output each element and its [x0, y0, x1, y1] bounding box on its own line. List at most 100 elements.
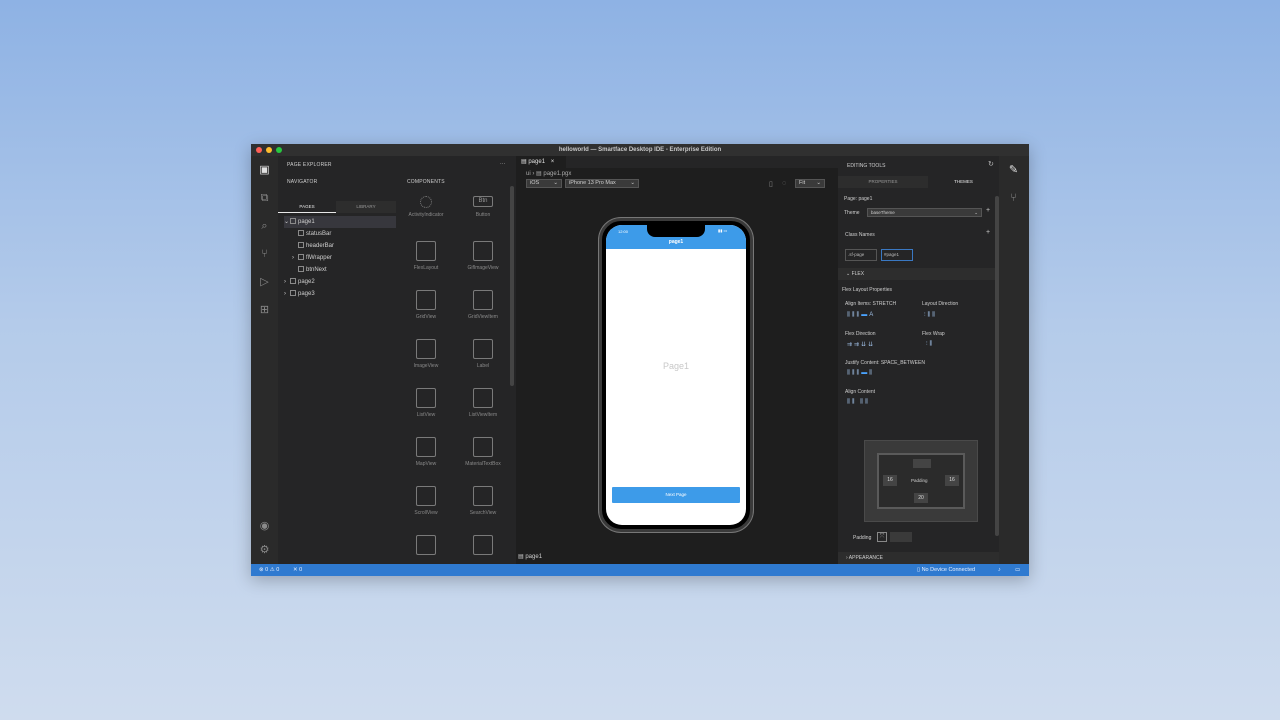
editor-tab-page1[interactable]: ▤ page1 ×	[516, 156, 566, 168]
padding-right-field[interactable]: 16	[945, 475, 959, 486]
page-explorer-icon[interactable]: ▣	[258, 164, 271, 177]
more-actions-icon[interactable]: ···	[500, 161, 506, 167]
chevron-down-icon: ⌄	[816, 180, 821, 186]
problems-indicator[interactable]: ⊗ 0 ⚠ 0	[259, 564, 279, 576]
tree-item[interactable]: btnNext	[292, 264, 327, 276]
component-item[interactable]: FlexLayout	[399, 241, 453, 271]
padding-toggle-icon[interactable]: ⤧	[877, 532, 887, 542]
status-indicators-icon: ▮▮ ▭	[718, 228, 728, 233]
gridviewitem-icon	[473, 290, 493, 310]
component-item[interactable]: GridViewItem	[456, 290, 510, 320]
editor-footer: ▤ page1	[516, 551, 838, 564]
os-select[interactable]: iOS ⌄	[526, 179, 562, 188]
layout-direction-options-icon[interactable]: ⫶⫼⫼	[924, 312, 937, 319]
flexlayout-icon	[416, 241, 436, 261]
title-bar: helloworld — Smartface Desktop IDE - Ent…	[251, 144, 1029, 156]
flex-wrap-options-icon[interactable]: ⫶⫼	[926, 341, 934, 348]
component-item[interactable]: ListViewItem	[456, 388, 510, 418]
search-icon[interactable]: ⌕	[258, 220, 271, 233]
hierarchy-icon[interactable]: ⑂	[1007, 192, 1020, 205]
component-item[interactable]	[456, 535, 510, 559]
padding-bottom-field[interactable]: 20	[914, 493, 928, 503]
phone-header-title: page1	[668, 239, 684, 245]
tree-item[interactable]: headerBar	[292, 240, 334, 252]
padding-input[interactable]	[890, 532, 912, 542]
navigator-title: NAVIGATOR	[287, 179, 318, 185]
class-chip-sf-page[interactable]: .sf-page	[845, 249, 877, 261]
breadcrumb-folder[interactable]: ui	[526, 171, 531, 177]
searchview-icon	[473, 486, 493, 506]
preview-icon[interactable]: ◌	[782, 180, 786, 187]
component-item[interactable]: Label	[456, 339, 510, 369]
component-item[interactable]: ScrollView	[399, 486, 453, 516]
notification-bell-icon[interactable]: ♪	[998, 564, 1001, 576]
flex-section-header[interactable]: ⌄ FLEX	[838, 268, 999, 280]
tab-pages[interactable]: PAGES	[278, 201, 336, 213]
padding-top-field[interactable]	[913, 459, 931, 468]
next-page-button[interactable]: Next Page	[612, 487, 740, 503]
device-status-label: No Device Connected	[921, 567, 976, 573]
tree-item[interactable]: › page2	[284, 276, 315, 288]
edit-icon[interactable]: ✎	[1007, 164, 1020, 177]
component-label: GridView	[415, 314, 437, 320]
rotate-device-icon[interactable]: ▯	[769, 180, 773, 188]
component-item[interactable]: Btn Button	[456, 192, 510, 218]
source-control-icon[interactable]: ⑂	[258, 248, 271, 261]
activity-indicator-icon	[420, 196, 432, 208]
error-count: 0	[265, 567, 269, 573]
extensions-icon[interactable]: ⊞	[258, 304, 271, 317]
components-scrollbar[interactable]	[510, 186, 514, 386]
justify-content-options-icon[interactable]: ⫼⫼⫼▬⫼	[847, 370, 874, 377]
device-select[interactable]: iPhone 13 Pro Max ⌄	[565, 179, 639, 188]
component-item[interactable]: ImageView	[399, 339, 453, 369]
padding-left-field[interactable]: 16	[883, 475, 897, 486]
add-class-icon[interactable]: +	[986, 229, 990, 236]
component-item[interactable]: ListView	[399, 388, 453, 418]
settings-gear-icon[interactable]: ⚙	[258, 544, 271, 557]
materialtextbox-icon	[473, 437, 493, 457]
component-label: ScrollView	[414, 510, 438, 516]
feedback-icon[interactable]: ▭	[1015, 564, 1020, 576]
device-connection-status[interactable]: ▯ No Device Connected	[917, 564, 975, 576]
align-content-options-icon[interactable]: ⫼⫼ ⫼⫼	[847, 399, 870, 406]
appearance-section-label: APPEARANCE	[848, 555, 883, 561]
zoom-window-button[interactable]	[276, 147, 282, 153]
tab-themes[interactable]: THEMES	[928, 176, 999, 188]
add-theme-icon[interactable]: +	[986, 207, 990, 214]
component-item[interactable]: ActivityIndicator	[399, 192, 453, 218]
run-debug-icon[interactable]: ▷	[258, 276, 271, 289]
files-icon[interactable]: ⧉	[258, 192, 271, 205]
tree-item[interactable]: ⌄ page1	[284, 216, 396, 228]
warning-count: 0	[276, 567, 280, 573]
component-item[interactable]: GifImageView	[456, 241, 510, 271]
class-chip-page1[interactable]: #page1	[881, 249, 913, 261]
flex-direction-options-icon[interactable]: ⇉⇉⇊⇊	[847, 341, 875, 348]
appearance-section-header[interactable]: › APPEARANCE	[838, 552, 999, 564]
tree-item[interactable]: › page3	[284, 288, 315, 300]
zoom-select[interactable]: Fit ⌄	[795, 179, 825, 188]
tree-item[interactable]: statusBar	[292, 228, 331, 240]
component-label: GifImageView	[467, 265, 499, 271]
breadcrumb-file[interactable]: page1.pgx	[543, 171, 571, 177]
footer-page-label[interactable]: page1	[525, 554, 542, 560]
component-item[interactable]: MapView	[399, 437, 453, 467]
tab-properties[interactable]: PROPERTIES	[838, 176, 928, 188]
tools-indicator[interactable]: ✕ 0	[293, 564, 302, 576]
component-item[interactable]	[399, 535, 453, 559]
align-items-options-icon[interactable]: ⫼⫼⫼▬A	[847, 312, 875, 319]
flex-section-label: FLEX	[851, 271, 865, 277]
refresh-icon[interactable]: ↻	[988, 160, 994, 168]
component-item[interactable]: GridView	[399, 290, 453, 320]
account-icon[interactable]: ◉	[258, 520, 271, 533]
box-model-editor: 16 Padding 16 20	[864, 440, 978, 522]
close-window-button[interactable]	[256, 147, 262, 153]
tab-library[interactable]: LIBRARY	[336, 201, 396, 213]
scrollview-icon	[416, 486, 436, 506]
tree-item[interactable]: › flWrapper	[292, 252, 332, 264]
component-item[interactable]: SearchView	[456, 486, 510, 516]
component-item[interactable]: MaterialTextBox	[456, 437, 510, 467]
minimize-window-button[interactable]	[266, 147, 272, 153]
close-tab-icon[interactable]: ×	[551, 159, 555, 165]
chevron-down-icon: ⌄	[553, 180, 558, 186]
theme-select[interactable]: baseTheme ⌄	[867, 208, 982, 217]
